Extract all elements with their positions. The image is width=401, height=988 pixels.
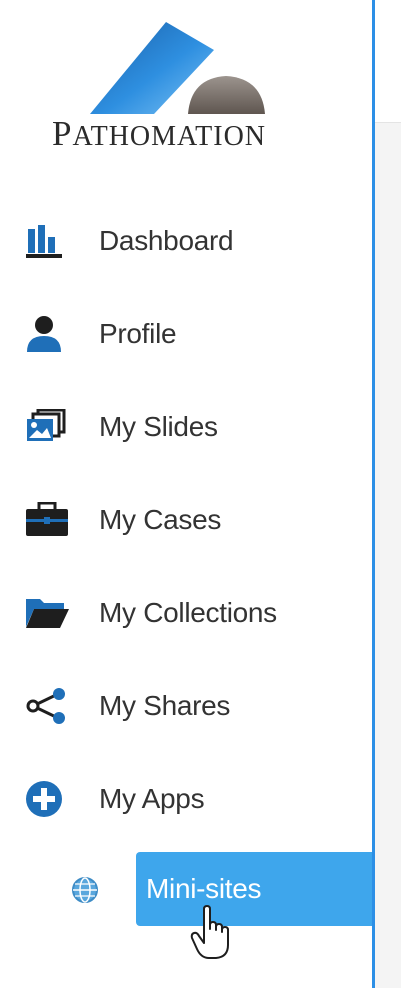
- sidebar-item-label: Dashboard: [99, 225, 234, 256]
- sidebar-subitem-label: Mini-sites: [146, 873, 262, 904]
- sidebar-item-cases[interactable]: My Cases: [24, 491, 354, 549]
- sidebar-item-slides[interactable]: My Slides: [24, 398, 354, 456]
- sidebar-item-label: My Shares: [99, 690, 231, 721]
- sidebar-item-label: Profile: [99, 318, 177, 349]
- sidebar-item-collections[interactable]: My Collections: [24, 584, 354, 642]
- slides-icon: [24, 407, 70, 447]
- briefcase-icon: [24, 500, 70, 540]
- globe-icon: [70, 875, 100, 905]
- sidebar-item-label: My Apps: [99, 783, 205, 814]
- sidebar-item-apps[interactable]: My Apps: [24, 770, 354, 828]
- sidebar-item-label: My Collections: [99, 597, 277, 628]
- main-content-area: [375, 122, 401, 988]
- share-icon: [24, 686, 70, 726]
- logo-wordmark: PATHOMATION: [52, 114, 267, 153]
- plus-circle-icon: [24, 779, 70, 819]
- pathomation-logo[interactable]: PATHOMATION: [46, 18, 326, 158]
- user-icon: [24, 314, 70, 354]
- folder-open-icon: [24, 593, 70, 633]
- sidebar-item-profile[interactable]: Profile: [24, 305, 354, 363]
- sidebar: PATHOMATION Dashboard Profile My Slides …: [0, 0, 372, 988]
- sidebar-subitem-mini-sites[interactable]: Mini-sites: [136, 852, 372, 926]
- sidebar-item-label: My Slides: [99, 411, 218, 442]
- bar-chart-icon: [24, 221, 70, 261]
- sidebar-item-shares[interactable]: My Shares: [24, 677, 354, 735]
- hand-pointer-cursor-icon: [190, 905, 234, 961]
- sidebar-item-label: My Cases: [99, 504, 222, 535]
- sidebar-item-dashboard[interactable]: Dashboard: [24, 212, 354, 270]
